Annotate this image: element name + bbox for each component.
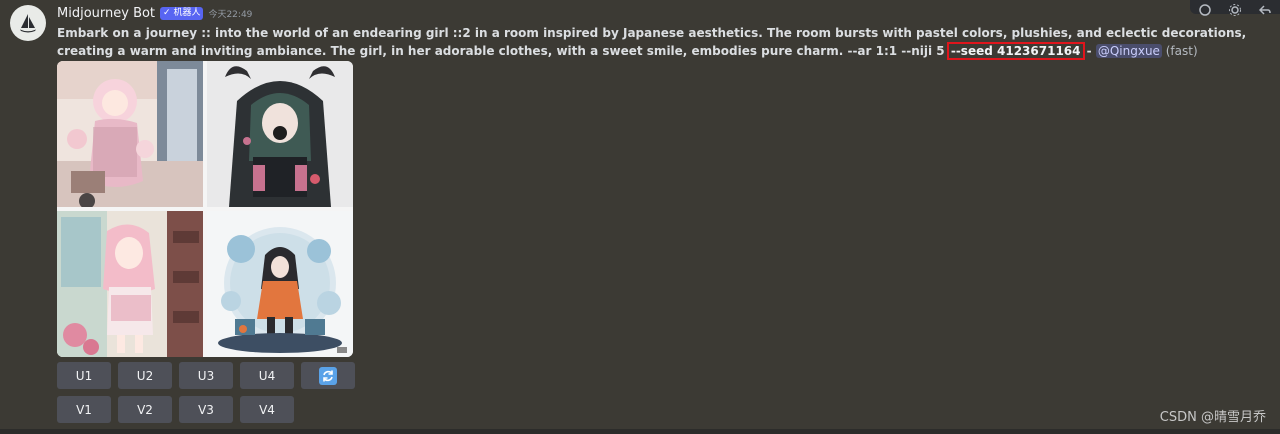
variation-button-v2[interactable]: V2 bbox=[118, 396, 172, 423]
timestamp: 今天22:49 bbox=[208, 9, 253, 20]
upscale-buttons-row: U1 U2 U3 U4 bbox=[57, 362, 355, 389]
variation-button-v1[interactable]: V1 bbox=[57, 396, 111, 423]
message: Midjourney Bot ✓ 机器人 今天22:49 Embark on a… bbox=[57, 4, 1267, 60]
image-tile-3[interactable] bbox=[57, 211, 203, 357]
discord-message-view: Midjourney Bot ✓ 机器人 今天22:49 Embark on a… bbox=[0, 0, 1280, 434]
reroll-button[interactable] bbox=[301, 362, 355, 389]
refresh-icon bbox=[319, 366, 337, 385]
user-mention[interactable]: @Qingxue bbox=[1095, 44, 1162, 58]
variation-buttons-row: V1 V2 V3 V4 bbox=[57, 396, 294, 423]
watermark: CSDN @晴雪月乔 bbox=[1159, 410, 1266, 425]
image-tile-2[interactable] bbox=[207, 61, 353, 207]
bot-badge: ✓ 机器人 bbox=[160, 6, 204, 20]
upscale-button-u4[interactable]: U4 bbox=[240, 362, 294, 389]
username[interactable]: Midjourney Bot bbox=[57, 6, 155, 21]
message-content: Embark on a journey :: into the world of… bbox=[57, 24, 1269, 60]
speed-label: (fast) bbox=[1161, 44, 1198, 58]
separator: - bbox=[1082, 44, 1096, 58]
bottom-divider bbox=[0, 429, 1280, 434]
image-grid[interactable] bbox=[57, 61, 353, 357]
seed-highlight: --seed 4123671164 bbox=[946, 42, 1085, 60]
message-header: Midjourney Bot ✓ 机器人 今天22:49 bbox=[57, 4, 1267, 22]
image-tile-1[interactable] bbox=[57, 61, 203, 207]
avatar[interactable] bbox=[10, 5, 46, 41]
sailboat-icon bbox=[20, 14, 36, 33]
variation-button-v3[interactable]: V3 bbox=[179, 396, 233, 423]
upscale-button-u2[interactable]: U2 bbox=[118, 362, 172, 389]
variation-button-v4[interactable]: V4 bbox=[240, 396, 294, 423]
image-tile-4[interactable] bbox=[207, 211, 353, 357]
upscale-button-u1[interactable]: U1 bbox=[57, 362, 111, 389]
upscale-button-u3[interactable]: U3 bbox=[179, 362, 233, 389]
